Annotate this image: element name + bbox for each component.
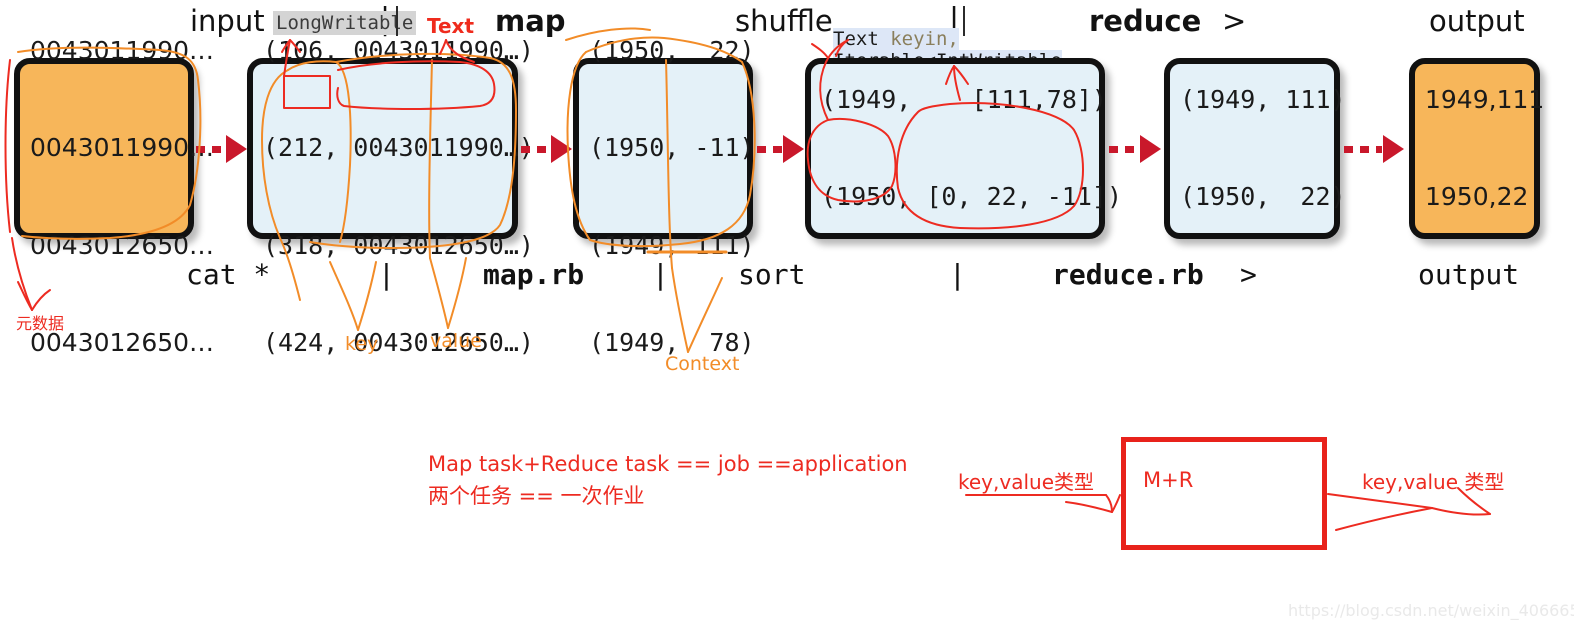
input-records-box: 0067011990… 0043011990… 0043011990… 0043… [14, 36, 214, 357]
final-output-line: 1949,111 [1425, 84, 1545, 114]
summary-note-line1: Map task+Reduce task == job ==applicatio… [428, 452, 908, 476]
map-input-line: (212, 0043011990…) [263, 133, 534, 163]
annotation-context-label: Context [665, 353, 740, 375]
shell-label-sort: sort [738, 258, 806, 291]
arrow-head [226, 135, 247, 163]
arrow-head [783, 135, 804, 163]
pipe-symbol-bottom-2: | [652, 258, 669, 291]
reduce-output-line: (1950, 22) [1180, 182, 1346, 211]
input-line: 0043012650… [30, 230, 215, 260]
mr-output-type-label: key,value 类型 [1362, 470, 1505, 494]
flow-arrow-reduce-to-output [1344, 135, 1404, 163]
map-output-line: (1949, 111) [589, 230, 755, 260]
flow-arrow-mapoutput-to-shuffle [757, 135, 804, 163]
arrow-shaft [1344, 145, 1382, 153]
mr-job-box [1121, 437, 1327, 550]
mr-input-type-label: key,value类型 [958, 470, 1094, 494]
flow-arrow-map-to-mapoutput [521, 135, 572, 163]
annotation-value-label: value [430, 330, 482, 352]
shell-label-reduce-rb: reduce.rb [1052, 258, 1204, 291]
map-input-line: (106, 0043011990…) [263, 35, 534, 65]
final-output-box: 1949,111 1950,22 [1409, 58, 1544, 239]
shell-label-redirect: > [1240, 258, 1257, 291]
mapreduce-pipeline-diagram: input map shuffle reduce output > | | Lo… [0, 0, 1574, 628]
annotation-key-label: key [345, 333, 379, 355]
map-input-line: (424, 0043012650…) [263, 328, 534, 358]
pipe-symbol-bottom-3: | [949, 258, 966, 291]
arrow-head [1383, 135, 1404, 163]
arrow-shaft [1109, 145, 1139, 153]
shell-label-map-rb: map.rb [483, 258, 585, 291]
arrow-shaft [196, 145, 225, 153]
arrow-shaft [521, 145, 550, 153]
final-output-line: 1950,22 [1425, 182, 1529, 211]
arrow-shaft [757, 145, 782, 153]
shuffle-grouped-pairs-box: (1949, [111,78]) (1950, [0, 22, -11]) [805, 58, 1122, 239]
summary-note-line2: 两个任务 == 一次作业 [428, 483, 645, 508]
summary-note: Map task+Reduce task == job ==applicatio… [428, 449, 908, 513]
shuffle-line: (1950, [0, 22, -11]) [821, 182, 1123, 211]
shuffle-line: (1949, [111,78]) [821, 84, 1107, 114]
source-watermark: https://blog.csdn.net/weixin_40666595 [1288, 601, 1574, 620]
flow-arrow-shuffle-to-reduce [1109, 135, 1161, 163]
input-line: 0043011990… [30, 35, 215, 65]
shell-label-output: output [1418, 258, 1520, 291]
map-output-pairs-box: (1950, 0) (1950, 22) (1950, -11) (1949, … [573, 36, 755, 357]
flow-arrow-input-to-map [196, 135, 247, 163]
arrow-head [551, 135, 572, 163]
shell-label-cat: cat * [186, 258, 271, 291]
mr-job-label: M+R [1143, 468, 1194, 492]
arrow-head [1140, 135, 1161, 163]
annotation-metadata-label: 元数据 [16, 314, 65, 333]
map-output-line: (1950, -11) [589, 133, 755, 163]
map-output-line: (1950, 22) [589, 35, 755, 65]
pipe-symbol-bottom-1: | [378, 258, 395, 291]
input-line: 0043011990… [30, 133, 215, 163]
map-input-pairs-box: ( 0, 0067011990…) (106, 0043011990…) (21… [247, 36, 534, 357]
reduce-output-line: (1949, 111) [1180, 84, 1346, 114]
reduce-output-pairs-box: (1949, 111) (1950, 22) [1164, 58, 1346, 239]
